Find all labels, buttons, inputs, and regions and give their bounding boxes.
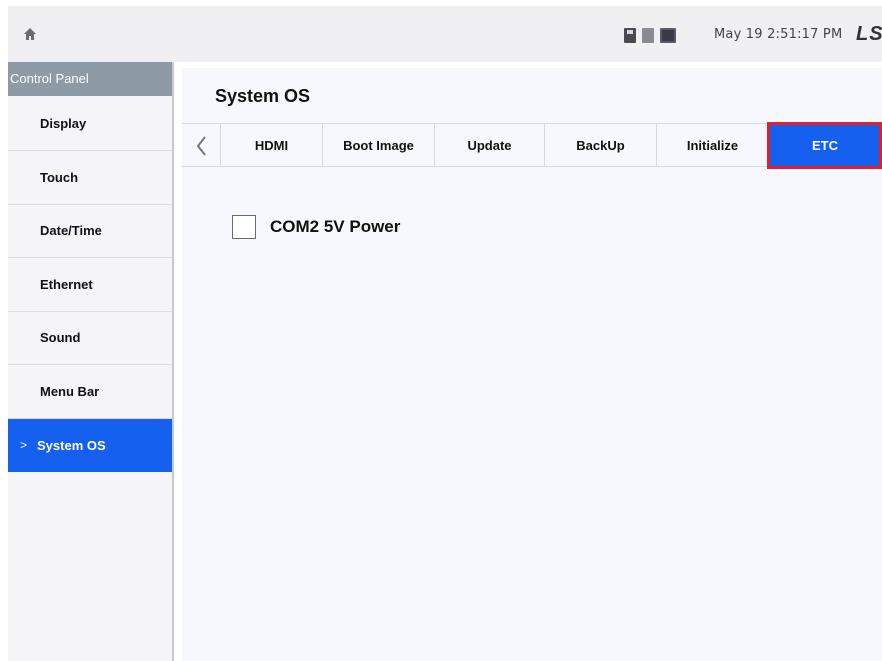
main-panel: System OS HDMI Boot Image Update BackUp … bbox=[182, 68, 882, 661]
sidebar-item-label: Sound bbox=[40, 330, 81, 346]
tab-label: Initialize bbox=[686, 138, 739, 153]
tab-initialize[interactable]: Initialize bbox=[656, 124, 768, 167]
com2-power-label: COM2 5V Power bbox=[270, 217, 401, 236]
tab-hdmi[interactable]: HDMI bbox=[220, 124, 322, 167]
chevron-left-icon bbox=[196, 135, 206, 156]
sd-card-icon bbox=[624, 28, 636, 43]
status-bar: May 19 2:51:17 PM LS bbox=[8, 6, 882, 62]
sidebar: Control Panel Display Touch Date/Time Et… bbox=[8, 62, 174, 661]
monitor-icon bbox=[660, 28, 676, 43]
tab-update[interactable]: Update bbox=[434, 124, 544, 167]
brand-logo: LS bbox=[856, 23, 882, 45]
status-icons bbox=[624, 28, 676, 44]
sidebar-item-date-time[interactable]: Date/Time bbox=[8, 205, 172, 258]
tab-label: BackUp bbox=[576, 138, 625, 153]
sidebar-item-system-os[interactable]: > System OS bbox=[8, 418, 172, 472]
home-icon[interactable] bbox=[22, 26, 38, 42]
tab-label: Update bbox=[467, 138, 512, 153]
tab-etc[interactable]: ETC bbox=[767, 122, 882, 169]
tab-label: HDMI bbox=[254, 138, 289, 153]
storage-icon bbox=[642, 28, 654, 43]
tab-bar: HDMI Boot Image Update BackUp Initialize… bbox=[182, 122, 882, 169]
sidebar-item-label: Touch bbox=[40, 169, 79, 185]
sidebar-item-label: System OS bbox=[37, 437, 106, 453]
tab-scroll-left-button[interactable] bbox=[182, 124, 220, 167]
tab-label: ETC bbox=[812, 138, 838, 153]
sidebar-item-ethernet[interactable]: Ethernet bbox=[8, 258, 172, 312]
sidebar-item-label: Display bbox=[40, 116, 87, 131]
tab-boot-image[interactable]: Boot Image bbox=[322, 124, 434, 167]
datetime: May 19 2:51:17 PM bbox=[714, 27, 843, 42]
sidebar-item-display[interactable]: Display bbox=[8, 96, 172, 151]
sidebar-item-label: Date/Time bbox=[40, 223, 102, 239]
sidebar-header: Control Panel bbox=[8, 62, 172, 96]
chevron-right-icon: > bbox=[20, 438, 28, 453]
tab-backup[interactable]: BackUp bbox=[544, 124, 656, 167]
sidebar-item-label: Menu Bar bbox=[40, 383, 100, 399]
com2-power-option[interactable]: COM2 5V Power bbox=[232, 215, 400, 239]
com2-power-checkbox[interactable] bbox=[232, 215, 256, 239]
page-title: System OS bbox=[215, 86, 311, 106]
tab-label: Boot Image bbox=[343, 138, 414, 153]
sidebar-item-menu-bar[interactable]: Menu Bar bbox=[8, 365, 172, 419]
sidebar-item-label: Ethernet bbox=[40, 276, 93, 292]
sidebar-item-sound[interactable]: Sound bbox=[8, 312, 172, 365]
sidebar-item-touch[interactable]: Touch bbox=[8, 151, 172, 205]
